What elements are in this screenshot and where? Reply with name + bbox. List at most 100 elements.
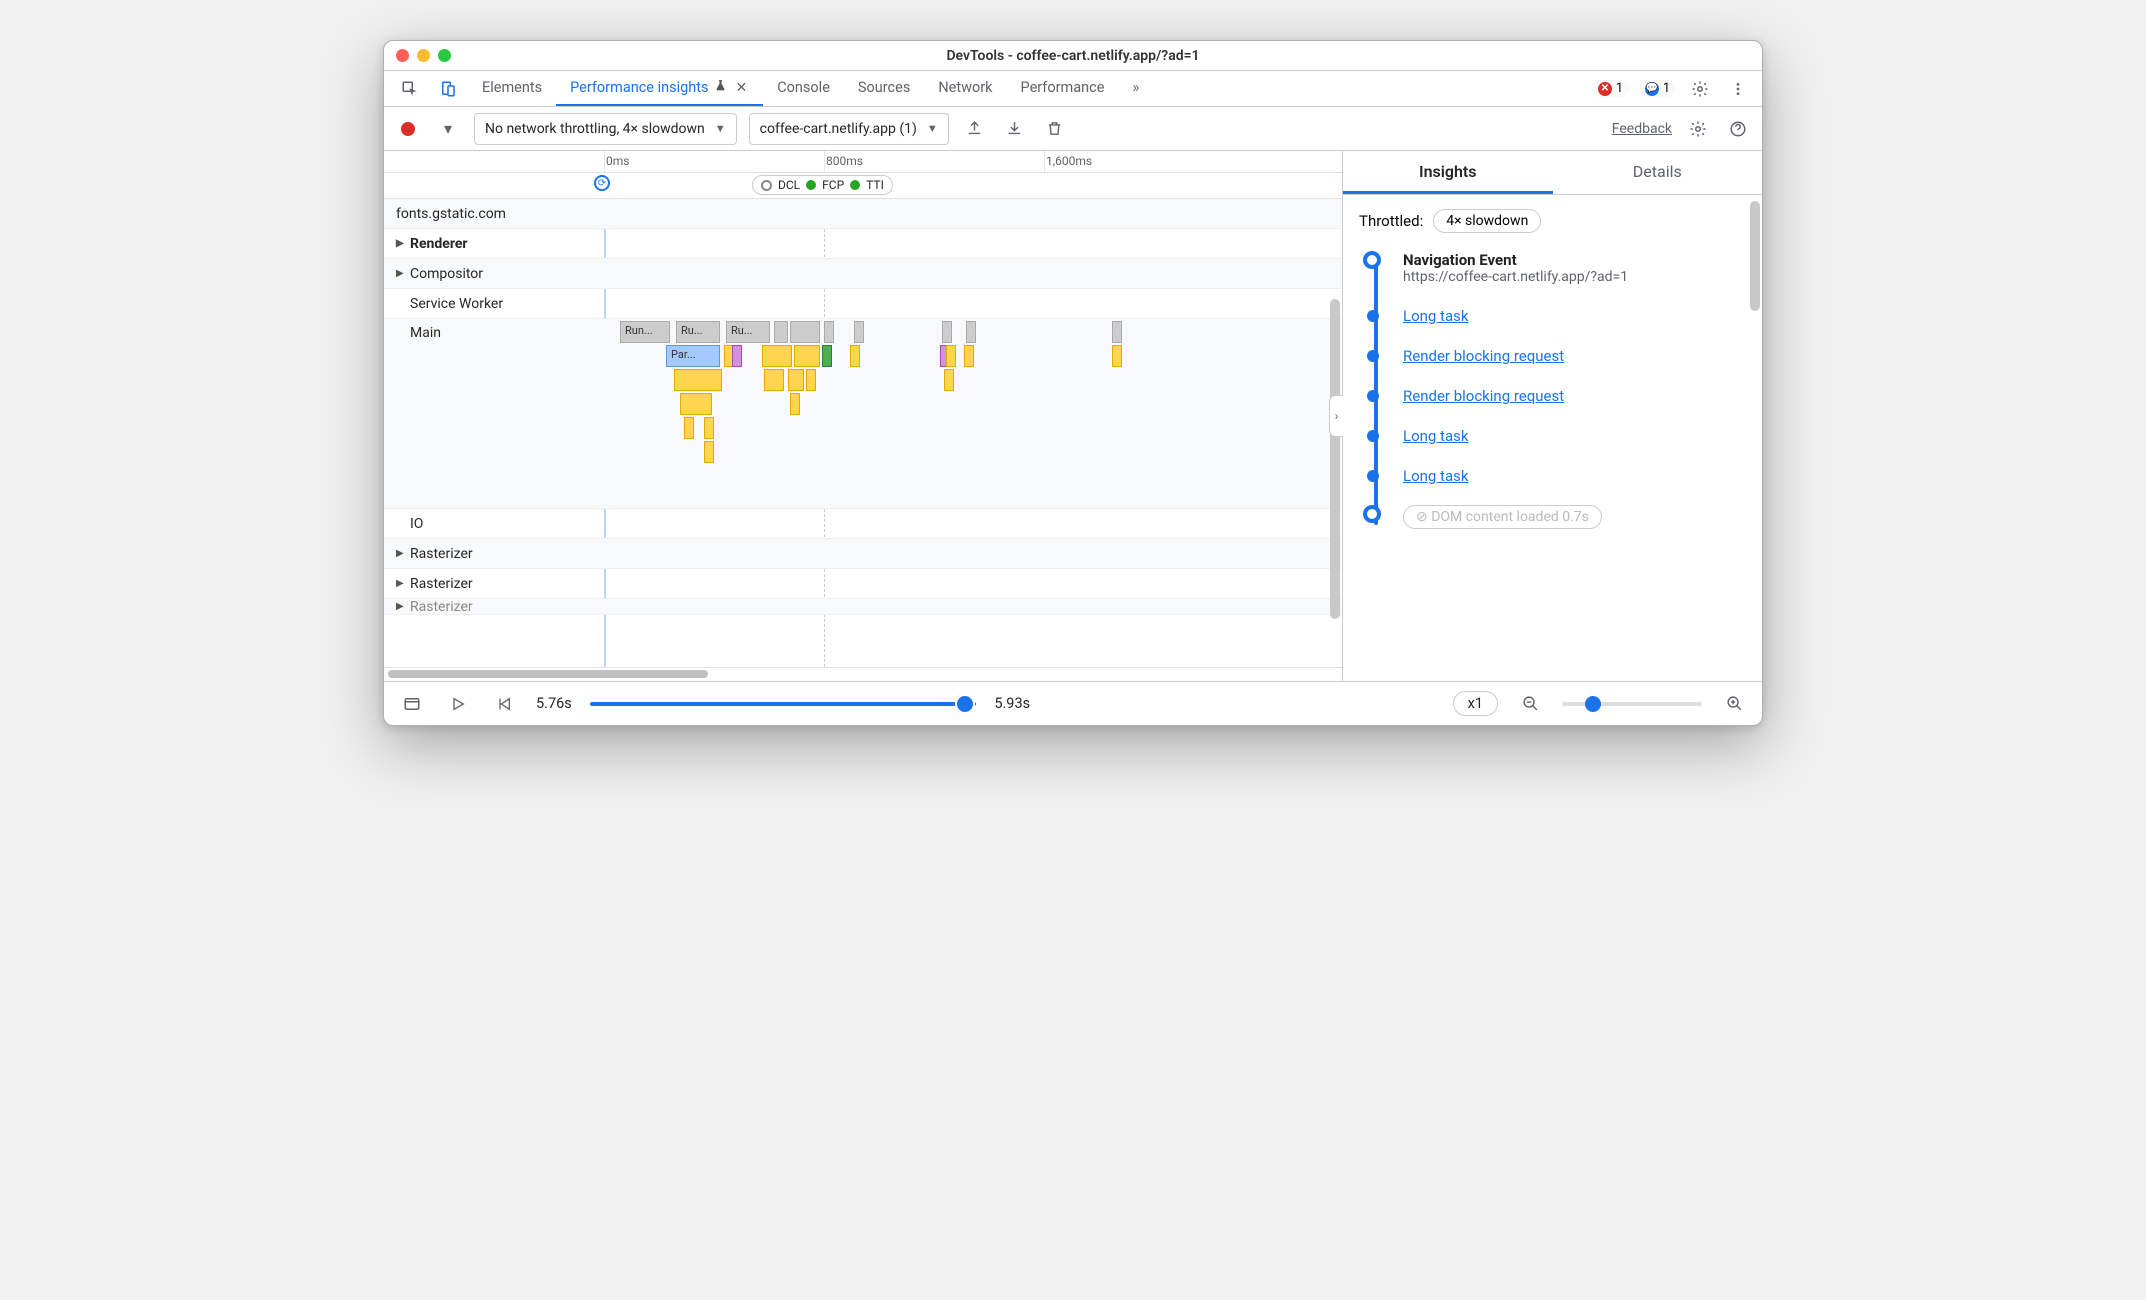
tab-elements[interactable]: Elements [468, 71, 556, 106]
insight-item[interactable]: Render blocking request [1403, 387, 1746, 405]
insight-link[interactable]: Long task [1403, 307, 1468, 325]
window-minimize-button[interactable] [417, 49, 430, 62]
page-select[interactable]: coffee-cart.netlify.app (1) ▼ [749, 113, 949, 145]
errors-badge[interactable]: ✕ 1 [1592, 80, 1629, 97]
tab-console[interactable]: Console [763, 71, 844, 106]
track-row-fonts[interactable]: fonts.gstatic.com [384, 199, 1342, 229]
tab-network[interactable]: Network [924, 71, 1006, 106]
disclosure-triangle-icon[interactable]: ▶ [396, 578, 406, 589]
flame-block[interactable] [732, 345, 742, 367]
flame-block[interactable] [854, 321, 864, 343]
track-row-rasterizer-3[interactable]: ▶Rasterizer [384, 599, 1342, 615]
more-menu-icon[interactable] [1724, 75, 1752, 103]
flame-block[interactable] [674, 369, 722, 391]
timing-markers[interactable]: DCL FCP TTI [752, 175, 893, 195]
playback-slider[interactable] [590, 702, 977, 706]
delete-icon[interactable] [1041, 115, 1069, 143]
navigation-start-marker[interactable] [594, 175, 610, 191]
flame-block[interactable] [762, 345, 792, 367]
tracks-container[interactable]: fonts.gstatic.com ▶Renderer ▶Compositor … [384, 199, 1342, 667]
flame-block[interactable] [680, 393, 712, 415]
disclosure-triangle-icon[interactable]: ▶ [396, 238, 406, 249]
time-ruler[interactable]: 0ms 800ms 1,600ms [384, 151, 1342, 173]
rewind-icon[interactable] [490, 690, 518, 718]
flame-block[interactable] [946, 345, 956, 367]
zoom-in-icon[interactable] [1720, 690, 1748, 718]
flame-block[interactable]: Run... [620, 321, 670, 343]
flame-block[interactable] [824, 321, 834, 343]
export-icon[interactable] [961, 115, 989, 143]
help-icon[interactable] [1724, 115, 1752, 143]
flame-block[interactable] [790, 321, 820, 343]
disclosure-triangle-icon[interactable]: ▶ [396, 268, 406, 279]
flame-block[interactable]: Ru... [676, 321, 720, 343]
insights-scrollbar[interactable] [1750, 201, 1760, 311]
zoom-slider[interactable] [1562, 702, 1702, 706]
speed-pill[interactable]: x1 [1453, 691, 1498, 716]
tab-insights[interactable]: Insights [1343, 151, 1553, 194]
device-toolbar-icon[interactable] [434, 75, 462, 103]
track-row-rasterizer-2[interactable]: ▶Rasterizer [384, 569, 1342, 599]
tabs-overflow[interactable]: » [1118, 71, 1153, 106]
track-row-io[interactable]: IO [384, 509, 1342, 539]
tab-sources[interactable]: Sources [844, 71, 924, 106]
tab-details[interactable]: Details [1553, 151, 1763, 194]
flame-block[interactable] [764, 369, 784, 391]
disclosure-triangle-icon[interactable]: ▶ [396, 601, 406, 612]
track-row-renderer[interactable]: ▶Renderer [384, 229, 1342, 259]
flame-block[interactable] [944, 369, 954, 391]
inspect-element-icon[interactable] [396, 75, 424, 103]
insight-item[interactable]: Long task [1403, 307, 1746, 325]
track-row-compositor[interactable]: ▶Compositor [384, 259, 1342, 289]
disclosure-triangle-icon[interactable]: ▶ [396, 548, 406, 559]
flame-block[interactable] [850, 345, 860, 367]
horizontal-scrollbar[interactable] [384, 667, 1342, 681]
flame-block[interactable]: Par... [666, 345, 720, 367]
flame-block[interactable] [684, 417, 694, 439]
insight-navigation-event[interactable]: Navigation Event https://coffee-cart.net… [1403, 251, 1746, 285]
flame-block[interactable] [1112, 321, 1122, 343]
flame-block[interactable] [704, 441, 714, 463]
flame-block[interactable] [788, 369, 804, 391]
flame-block[interactable] [822, 345, 832, 367]
panel-settings-icon[interactable] [1684, 115, 1712, 143]
timeline-scrollbar[interactable] [1330, 299, 1340, 619]
insight-item[interactable]: Long task [1403, 427, 1746, 445]
zoom-out-icon[interactable] [1516, 690, 1544, 718]
tab-performance[interactable]: Performance [1007, 71, 1119, 106]
screenshot-toggle-icon[interactable] [398, 690, 426, 718]
flame-block[interactable]: Ru... [726, 321, 770, 343]
track-row-rasterizer[interactable]: ▶Rasterizer [384, 539, 1342, 569]
record-button[interactable] [394, 115, 422, 143]
close-tab-icon[interactable]: ✕ [733, 80, 749, 96]
tab-performance-insights[interactable]: Performance insights ✕ [556, 71, 763, 106]
import-icon[interactable] [1001, 115, 1029, 143]
throttled-chip[interactable]: 4× slowdown [1433, 209, 1541, 233]
flame-block[interactable] [704, 417, 714, 439]
messages-badge[interactable]: 💬 1 [1639, 80, 1676, 97]
flame-block[interactable] [1112, 345, 1122, 367]
collapse-pane-button[interactable]: › [1329, 395, 1343, 437]
feedback-link[interactable]: Feedback [1612, 121, 1672, 137]
flame-block[interactable] [790, 393, 800, 415]
flame-block[interactable] [966, 321, 976, 343]
insight-link[interactable]: Render blocking request [1403, 387, 1564, 405]
flame-block[interactable] [806, 369, 816, 391]
track-row-service-worker[interactable]: Service Worker [384, 289, 1342, 319]
insight-link[interactable]: Render blocking request [1403, 347, 1564, 365]
flame-block[interactable] [774, 321, 788, 343]
throttling-select[interactable]: No network throttling, 4× slowdown ▼ [474, 113, 737, 145]
insight-link[interactable]: Long task [1403, 427, 1468, 445]
play-icon[interactable] [444, 690, 472, 718]
flame-block[interactable] [942, 321, 952, 343]
window-maximize-button[interactable] [438, 49, 451, 62]
flame-block[interactable] [964, 345, 974, 367]
flame-block[interactable] [794, 345, 820, 367]
insight-link[interactable]: Long task [1403, 467, 1468, 485]
track-row-main[interactable]: Main Run... Ru... Ru... [384, 319, 1342, 509]
record-dropdown[interactable]: ▾ [434, 115, 462, 143]
settings-icon[interactable] [1686, 75, 1714, 103]
insight-item[interactable]: Long task [1403, 467, 1746, 485]
window-close-button[interactable] [396, 49, 409, 62]
flame-graph[interactable]: Run... Ru... Ru... Par... [604, 319, 1342, 519]
